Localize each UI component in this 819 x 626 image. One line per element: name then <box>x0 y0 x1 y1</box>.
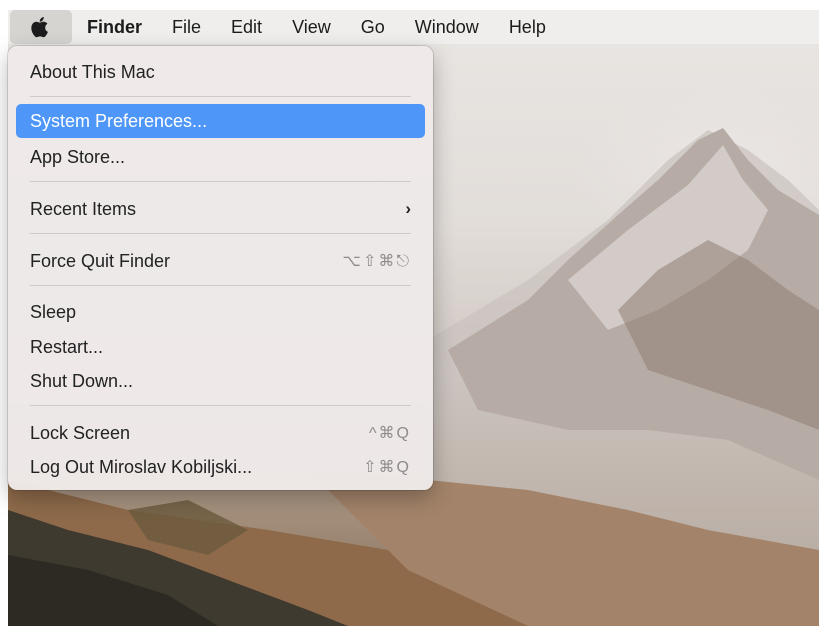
menu-item-label: Force Quit Finder <box>30 250 171 271</box>
menu-item-label: Shut Down... <box>30 370 134 391</box>
menu-separator <box>30 181 411 182</box>
menu-item-system-preferences[interactable]: System Preferences... <box>16 104 425 138</box>
menu-item-force-quit[interactable]: Force Quit Finder ⌥⇧⌘⎋ <box>16 244 425 278</box>
menu-item-app-store[interactable]: App Store... <box>16 140 425 174</box>
menu-item-label: Log Out Miroslav Kobiljski... <box>30 456 253 477</box>
menu-separator <box>30 96 411 97</box>
menu-item-restart[interactable]: Restart... <box>16 330 425 364</box>
menubar-help[interactable]: Help <box>494 10 561 44</box>
menu-item-log-out[interactable]: Log Out Miroslav Kobiljski... ⇧⌘Q <box>16 450 425 484</box>
keyboard-shortcut: ⌥⇧⌘⎋ <box>342 253 411 270</box>
menu-item-label: System Preferences... <box>30 110 208 131</box>
keyboard-shortcut: ^⌘Q <box>369 425 411 442</box>
menu-item-label: About This Mac <box>30 61 155 82</box>
menubar-view[interactable]: View <box>277 10 346 44</box>
menu-item-label: Restart... <box>30 336 104 357</box>
menu-item-label: Lock Screen <box>30 422 131 443</box>
apple-menu-button[interactable] <box>10 10 72 44</box>
menu-separator <box>30 285 411 286</box>
menu-separator <box>30 233 411 234</box>
menu-item-label: App Store... <box>30 146 126 167</box>
apple-menu-dropdown: About This Mac System Preferences... App… <box>8 46 433 490</box>
menubar-file[interactable]: File <box>157 10 216 44</box>
menu-separator <box>30 405 411 406</box>
apple-logo-icon <box>31 17 48 38</box>
menu-item-label: Sleep <box>30 301 77 322</box>
menu-item-shut-down[interactable]: Shut Down... <box>16 364 425 398</box>
menubar-edit[interactable]: Edit <box>216 10 277 44</box>
keyboard-shortcut: ⇧⌘Q <box>363 459 411 476</box>
menu-bar: Finder File Edit View Go Window Help <box>8 10 819 44</box>
menu-item-lock-screen[interactable]: Lock Screen ^⌘Q <box>16 416 425 450</box>
menubar-finder[interactable]: Finder <box>72 10 157 44</box>
menu-item-sleep[interactable]: Sleep <box>16 295 425 329</box>
menu-item-recent-items[interactable]: Recent Items › <box>16 192 425 226</box>
menu-item-about-this-mac[interactable]: About This Mac <box>16 55 425 89</box>
menubar-window[interactable]: Window <box>400 10 494 44</box>
menubar-go[interactable]: Go <box>346 10 400 44</box>
chevron-right-icon: › <box>405 199 411 218</box>
menu-item-label: Recent Items <box>30 198 137 219</box>
